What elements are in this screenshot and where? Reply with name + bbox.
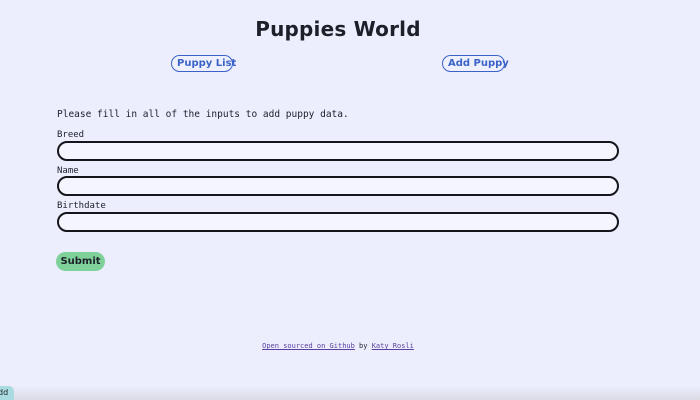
birthdate-label: Birthdate bbox=[57, 201, 106, 211]
form-instructions: Please fill in all of the inputs to add … bbox=[57, 109, 349, 120]
footer: Open sourced on Github by Katy Rosli bbox=[0, 342, 676, 350]
breed-label: Breed bbox=[57, 130, 85, 140]
page-title: Puppies World bbox=[255, 17, 421, 41]
author-link[interactable]: Katy Rosli bbox=[372, 342, 414, 350]
breed-input[interactable] bbox=[57, 141, 619, 161]
name-input[interactable] bbox=[57, 176, 619, 196]
submit-button[interactable]: Submit bbox=[56, 252, 105, 271]
add-puppy-button[interactable]: Add Puppy bbox=[442, 55, 509, 72]
birthdate-input[interactable] bbox=[57, 212, 619, 232]
footer-by-text: by bbox=[354, 342, 372, 350]
name-label: Name bbox=[57, 166, 79, 176]
bottom-bar bbox=[0, 386, 700, 400]
corner-tab[interactable]: dd bbox=[0, 386, 14, 400]
puppy-list-button[interactable]: Puppy List bbox=[171, 55, 236, 72]
github-link[interactable]: Open sourced on Github bbox=[262, 342, 355, 350]
